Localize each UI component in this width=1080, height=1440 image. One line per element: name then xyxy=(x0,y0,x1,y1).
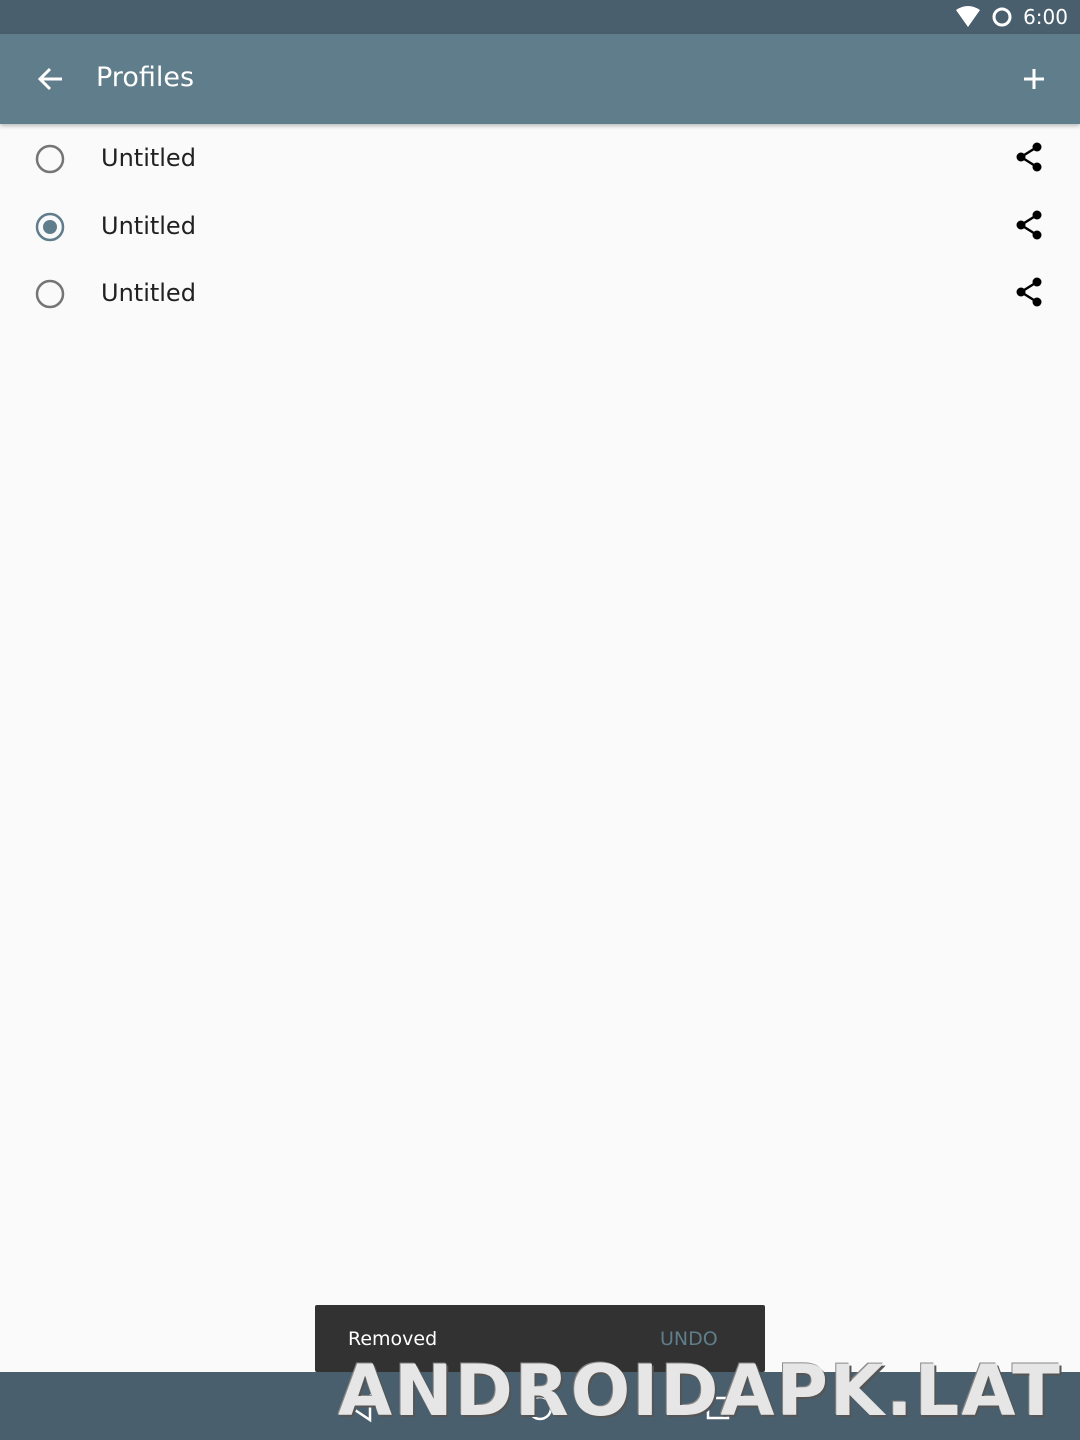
share-icon[interactable] xyxy=(1012,140,1046,174)
ring-icon xyxy=(992,7,1012,27)
radio-unselected-icon[interactable] xyxy=(34,278,66,310)
page-title: Profiles xyxy=(96,62,195,93)
profile-name: Untitled xyxy=(101,211,196,240)
status-bar: 6:00 xyxy=(0,0,1080,34)
app-bar: Profiles xyxy=(0,34,1080,124)
wifi-icon xyxy=(956,6,981,27)
plus-icon[interactable] xyxy=(1010,55,1058,103)
share-icon[interactable] xyxy=(1012,275,1046,309)
radio-unselected-icon[interactable] xyxy=(34,143,66,175)
share-icon[interactable] xyxy=(1012,208,1046,242)
profile-list: Untitled Untitled Untitled xyxy=(0,124,1080,327)
undo-button[interactable]: UNDO xyxy=(660,1328,718,1350)
arrow-left-icon[interactable] xyxy=(26,55,74,103)
snackbar-message: Removed xyxy=(348,1328,438,1350)
profile-name: Untitled xyxy=(101,144,196,172)
radio-selected-icon[interactable] xyxy=(34,211,66,243)
watermark: ANDROIDAPK.LAT xyxy=(338,1350,1062,1432)
status-time: 6:00 xyxy=(1023,5,1068,29)
profile-row[interactable]: Untitled xyxy=(0,259,1080,327)
profile-row[interactable]: Untitled xyxy=(0,192,1080,260)
profile-row[interactable]: Untitled xyxy=(0,124,1080,192)
profile-name: Untitled xyxy=(101,279,196,307)
